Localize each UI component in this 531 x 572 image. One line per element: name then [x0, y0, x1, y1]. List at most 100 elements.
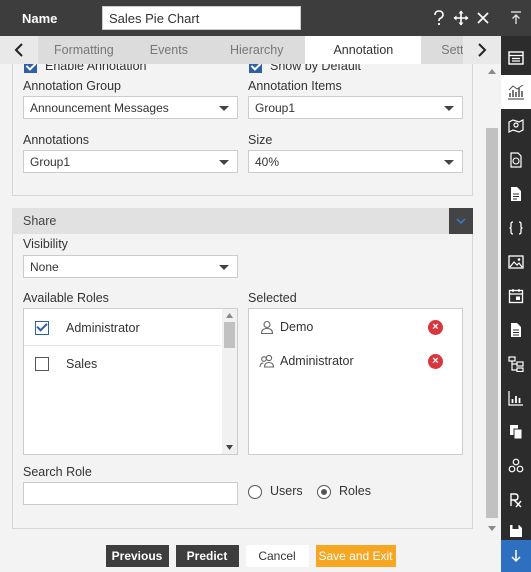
selected-item: Administrator × [249, 344, 463, 378]
annotation-items-value: Group1 [255, 101, 296, 115]
main-scrollbar[interactable] [485, 64, 499, 540]
roles-scrollbar[interactable] [222, 309, 237, 454]
toolbar-item-report[interactable] [501, 313, 531, 347]
annotation-items-select[interactable]: Group1 [248, 96, 463, 119]
help-icon[interactable] [431, 9, 447, 27]
size-label: Size [248, 133, 273, 147]
share-panel: Visibility None Available Roles Administ… [12, 234, 473, 529]
document-icon [511, 187, 521, 201]
hierarchy-icon [508, 356, 524, 372]
tab-settings[interactable]: Settings [421, 36, 463, 64]
selected-item-label: Demo [280, 320, 314, 334]
save-and-exit-button[interactable]: Save and Exit [315, 545, 396, 567]
code-braces-icon [509, 221, 523, 235]
name-label: Name [22, 10, 58, 26]
search-role-input[interactable] [23, 482, 238, 505]
selected-item: Demo × [249, 310, 463, 344]
role-item[interactable]: Administrator [24, 310, 221, 346]
panel-icon [508, 51, 524, 65]
toolbar-item-code[interactable] [501, 211, 531, 245]
share-section-header[interactable]: Share [12, 208, 473, 234]
visibility-label: Visibility [23, 237, 68, 251]
toolbar-item-save[interactable] [501, 515, 531, 540]
search-role-label: Search Role [23, 465, 92, 479]
money-document-icon [510, 152, 522, 168]
tab-formatting[interactable]: Formatting [38, 36, 130, 64]
footer-actions: Previous Predict Cancel Save and Exit [0, 540, 501, 572]
previous-button[interactable]: Previous [105, 545, 169, 567]
toolbar-item-copy[interactable] [501, 415, 531, 449]
scroll-up-icon [226, 313, 233, 318]
tab-scroll-left[interactable] [0, 36, 38, 64]
size-value: 40% [255, 155, 280, 169]
arrow-down-icon [511, 550, 521, 563]
toolbar-item-components[interactable] [501, 449, 531, 483]
toolbar-item-map[interactable] [501, 109, 531, 143]
users-radio[interactable] [248, 485, 262, 499]
chevron-left-icon [14, 43, 23, 57]
caret-down-icon [444, 160, 454, 165]
role-item[interactable]: Sales [24, 346, 221, 382]
role-checkbox[interactable] [35, 320, 49, 335]
annotation-group-select[interactable]: Announcement Messages [23, 96, 238, 119]
chevron-right-icon [478, 43, 487, 57]
available-roles-list[interactable]: Administrator Sales [23, 308, 238, 455]
scroll-thumb[interactable] [224, 322, 235, 348]
main-scroll-thumb[interactable] [486, 128, 498, 518]
scroll-up-icon [488, 69, 496, 74]
scroll-down-icon [488, 526, 496, 531]
enable-annotation-checkbox[interactable] [24, 64, 37, 73]
tab-scroll-right[interactable] [463, 36, 501, 64]
cancel-button[interactable]: Cancel [245, 545, 309, 567]
remove-icon[interactable]: × [428, 353, 443, 369]
tab-hierarchy[interactable]: Hierarchy [208, 36, 306, 64]
close-icon[interactable] [475, 9, 491, 27]
visibility-select[interactable]: None [23, 255, 238, 278]
tab-list: Formatting Events Hierarchy Annotation S… [38, 36, 463, 64]
caret-down-icon [444, 106, 454, 111]
annotations-select[interactable]: Group1 [23, 150, 238, 173]
selected-item-label: Administrator [280, 354, 354, 368]
properties-header: Name [0, 0, 501, 36]
toolbar-item-document[interactable] [501, 177, 531, 211]
tab-annotation[interactable]: Annotation [305, 36, 422, 64]
toolbar-bottom[interactable] [501, 540, 531, 572]
tab-events[interactable]: Events [130, 36, 208, 64]
role-label: Administrator [66, 320, 140, 335]
toolbar-item-formula[interactable] [501, 483, 531, 517]
move-icon[interactable] [453, 9, 469, 27]
predict-button[interactable]: Predict [175, 545, 239, 567]
roles-radio[interactable] [317, 485, 331, 499]
prescription-icon [510, 493, 522, 508]
properties-content: Enable Annotation Show by Default Annota… [0, 64, 501, 540]
share-title: Share [23, 214, 57, 228]
role-checkbox[interactable] [35, 357, 49, 371]
annotation-group-value: Announcement Messages [30, 101, 169, 115]
right-toolbar [501, 0, 531, 572]
header-actions [431, 9, 491, 27]
toolbar-item-image[interactable] [501, 245, 531, 279]
name-input[interactable] [102, 6, 301, 30]
chevron-down-icon [456, 218, 466, 225]
toolbar-item-chart[interactable] [501, 75, 531, 109]
toolbar-item-money[interactable] [501, 143, 531, 177]
toolbar-item-calendar[interactable] [501, 279, 531, 313]
collapse-toggle[interactable] [449, 208, 473, 234]
show-default-checkbox[interactable] [249, 64, 262, 73]
toolbar-item-properties[interactable] [501, 41, 531, 75]
users-icon [259, 353, 275, 369]
annotations-value: Group1 [30, 155, 71, 169]
components-icon [508, 458, 524, 473]
toolbar-item-hierarchy[interactable] [501, 347, 531, 381]
show-default-label: Show by Default [270, 64, 362, 73]
remove-icon[interactable]: × [428, 319, 443, 335]
available-roles-label: Available Roles [23, 291, 109, 305]
toolbar-item-analytics[interactable] [501, 381, 531, 415]
report-icon [511, 323, 521, 337]
toolbar-top[interactable] [501, 0, 531, 36]
caret-down-icon [219, 265, 229, 270]
caret-down-icon [219, 160, 229, 165]
user-icon [259, 319, 275, 335]
move-to-top-icon [511, 11, 521, 24]
size-select[interactable]: 40% [248, 150, 463, 173]
